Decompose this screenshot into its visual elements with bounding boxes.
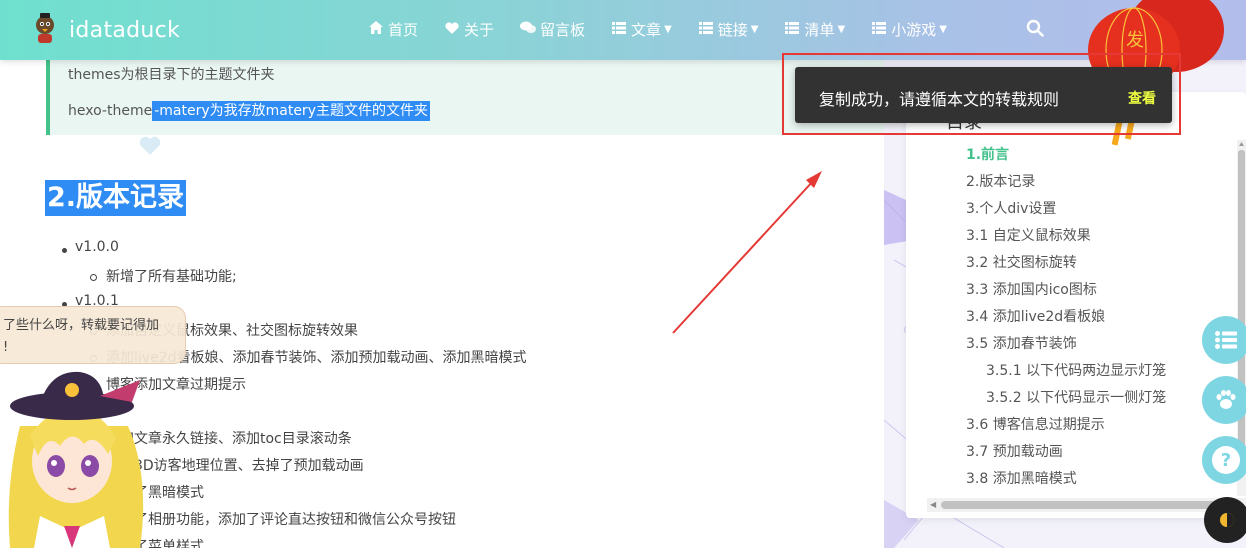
list-icon [871, 21, 887, 38]
list-icon [611, 21, 627, 38]
question-icon: ? [1212, 446, 1240, 474]
chevron-down-icon: ▼ [750, 24, 759, 35]
paw-icon [1216, 390, 1236, 409]
toc-item[interactable]: 2.版本记录 [966, 171, 1035, 191]
toc-item[interactable]: 3.5.2 以下代码显示一侧灯笼 [986, 387, 1166, 407]
nav-links[interactable]: 链接 ▼ [698, 19, 759, 40]
nav-about[interactable]: 关于 [444, 19, 494, 40]
nav-label: 文章 [631, 21, 662, 39]
chevron-down-icon: ▼ [939, 24, 947, 35]
list-icon [1215, 331, 1237, 349]
selected-text: -matery为我存放matery主题文件的文件夹 [152, 101, 430, 121]
dark-mode-toggle[interactable] [1204, 497, 1246, 543]
nav-label: 小游戏 [891, 21, 937, 39]
section-heading: 2.版本记录 [45, 180, 187, 216]
nav-label: 链接 [717, 21, 748, 39]
nav-label: 留言板 [540, 21, 586, 39]
nav-articles[interactable]: 文章 ▼ [611, 19, 672, 40]
nav-home[interactable]: 首页 [368, 19, 418, 40]
home-icon [368, 21, 384, 38]
quote-line-1: themes为根目录下的主题文件夹 [68, 67, 275, 83]
list-icon [784, 21, 800, 38]
help-button[interactable]: ? [1202, 436, 1246, 484]
nav-label: 首页 [388, 21, 419, 39]
toc-item[interactable]: 3.1 自定义鼠标效果 [966, 225, 1091, 245]
half-moon-icon [1220, 513, 1234, 527]
toc-item[interactable]: 3.2 社交图标旋转 [966, 252, 1077, 272]
heart-icon [139, 136, 161, 155]
nav-games[interactable]: 小游戏 ▼ [871, 19, 947, 40]
toc-item[interactable]: 3.4 添加live2d看板娘 [966, 306, 1105, 326]
top-navbar: idataduck 首页 关于 留言板 文章 ▼ 链接 ▼ 清单 ▼ 小游戏 ▼ [0, 0, 1246, 60]
toc-item[interactable]: 3.5.1 以下代码两边显示灯笼 [986, 360, 1166, 380]
site-brand[interactable]: idataduck [69, 18, 180, 43]
nav-guestbook[interactable]: 留言板 [520, 19, 585, 40]
quote-line-2: hexo-theme -matery为我存放matery主题文件的文件夹 [68, 100, 430, 121]
bubble-line-1: 了些什么呀，转载要记得加 [3, 318, 160, 333]
nav-label: 清单 [804, 21, 835, 39]
toc-item[interactable]: 3.7 预加载动画 [966, 441, 1063, 461]
chevron-down-icon: ▼ [837, 24, 846, 35]
duck-logo-icon[interactable] [30, 12, 60, 44]
scroll-left-icon[interactable]: ◀ [930, 500, 936, 509]
list-bullet [90, 274, 97, 281]
chevron-down-icon: ▼ [664, 24, 672, 35]
list-icon [698, 21, 714, 38]
list-bullet [62, 248, 67, 253]
bubble-line-2: ! [3, 340, 9, 355]
comments-icon [520, 21, 537, 38]
heart-icon [444, 21, 460, 38]
lantern-char: 发 [1126, 30, 1144, 51]
toc-item[interactable]: 3.3 添加国内ico图标 [966, 279, 1097, 299]
svg-text:?: ? [1221, 450, 1231, 471]
nav-checklist[interactable]: 清单 ▼ [784, 19, 845, 40]
toc-item[interactable]: 3.5 添加春节装饰 [966, 333, 1077, 353]
changelog-item: 新增了所有基础功能; [106, 269, 237, 285]
paw-button[interactable] [1202, 376, 1246, 424]
changelog-item: 添加了相册功能，添加了评论直达按钮和微信公众号按钮 [106, 512, 456, 528]
search-icon[interactable] [1026, 19, 1044, 37]
scroll-thumb[interactable] [941, 501, 1231, 509]
toc-toggle-button[interactable] [1202, 316, 1246, 364]
main-nav: 首页 关于 留言板 文章 ▼ 链接 ▼ 清单 ▼ 小游戏 ▼ [368, 19, 973, 40]
live2d-speech-bubble: 了些什么呀，转载要记得加 ! [0, 306, 186, 364]
quote-line-2-plain: hexo-theme [68, 103, 153, 119]
nav-label: 关于 [464, 21, 495, 39]
toc-item[interactable]: 3.8 添加黑暗模式 [966, 468, 1077, 488]
toc-item[interactable]: 3.6 博客信息过期提示 [966, 414, 1105, 434]
annotation-highlight-box [782, 53, 1181, 135]
toc-item[interactable]: 1.前言 [966, 144, 1009, 164]
toc-horizontal-scrollbar[interactable]: ◀ [927, 498, 1246, 512]
live2d-mascot[interactable] [0, 366, 150, 548]
version-item: v1.0.0 [75, 239, 119, 255]
toc-item[interactable]: 3.个人div设置 [966, 198, 1056, 218]
